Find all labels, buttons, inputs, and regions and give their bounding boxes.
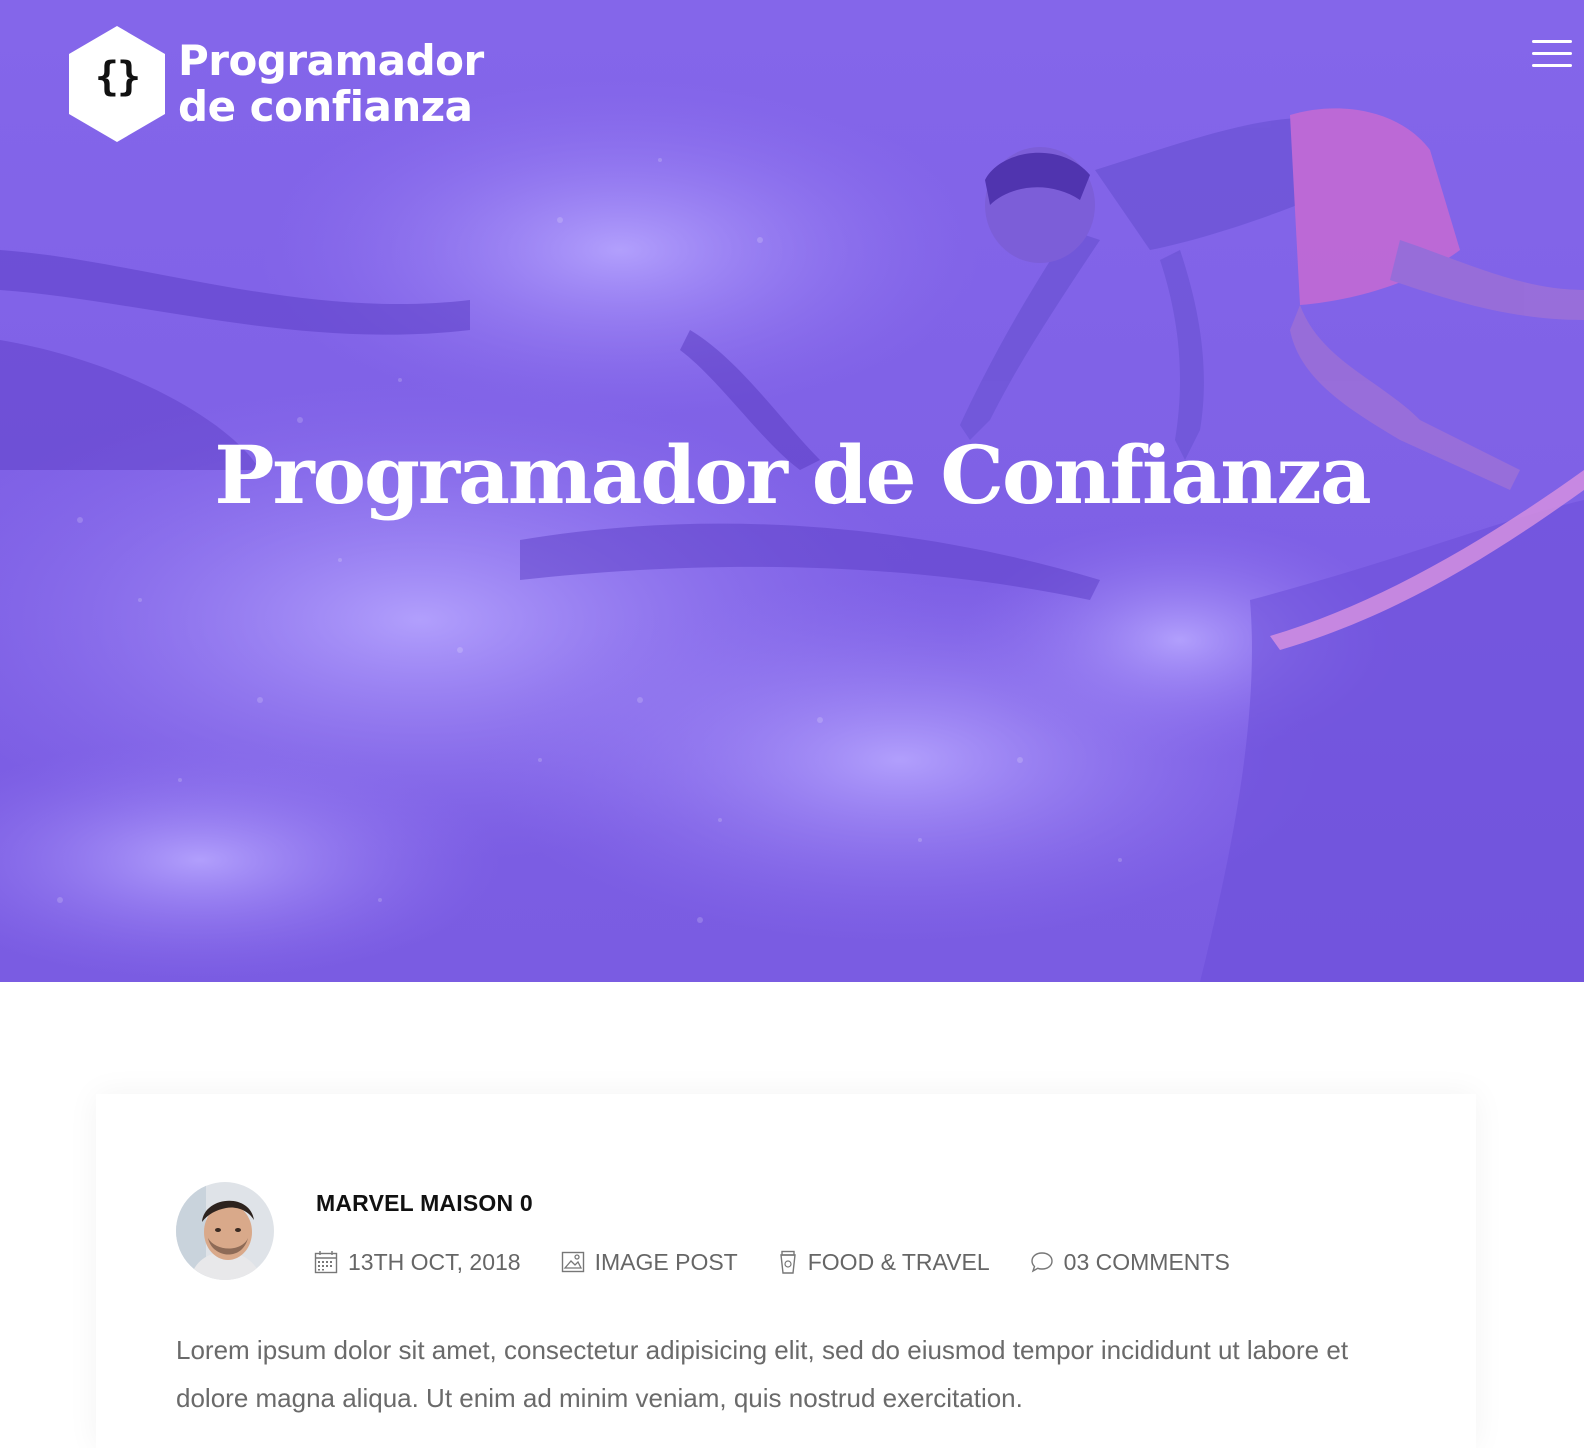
post-category-text: FOOD & TRAVEL [807,1248,990,1275]
logo-line-1: Programador [178,36,484,85]
post-comments-text: 03 COMMENTS [1063,1248,1230,1275]
hero-title: Programador de Confianza [214,428,1371,522]
menu-bar-top [1532,40,1572,43]
post-comments[interactable]: 03 COMMENTS [1030,1249,1230,1276]
post-format[interactable]: IMAGE POST [561,1249,738,1276]
author-name[interactable]: MARVEL MAISON 0 [316,1190,533,1217]
author-avatar[interactable] [176,1182,274,1280]
comment-bubble-icon [1030,1252,1053,1273]
calendar-icon [314,1251,338,1274]
coffee-cup-icon [779,1250,796,1274]
logo-braces-symbol: {} [94,54,141,100]
hamburger-menu-icon[interactable] [1530,36,1574,72]
post-date-text: 13TH OCT, 2018 [348,1248,521,1275]
author-avatar-image [176,1182,274,1280]
hero-banner: {} Programador de confianza Programador … [0,0,1584,982]
post-date[interactable]: 13TH OCT, 2018 [314,1249,521,1276]
post-format-text: IMAGE POST [594,1248,738,1275]
logo-line-2: de confianza [178,82,473,131]
post-excerpt: Lorem ipsum dolor sit amet, consectetur … [176,1335,1349,1413]
image-icon [561,1251,584,1273]
site-logo[interactable]: {} Programador de confianza [66,24,506,144]
menu-bar-middle [1532,52,1572,55]
post-meta: 13TH OCT, 2018 IMAGE POST FOOD & TRAVEL … [314,1244,1270,1280]
menu-bar-bottom [1532,64,1572,67]
post-category[interactable]: FOOD & TRAVEL [778,1249,990,1276]
logo-wordmark: Programador de confianza [178,38,484,130]
